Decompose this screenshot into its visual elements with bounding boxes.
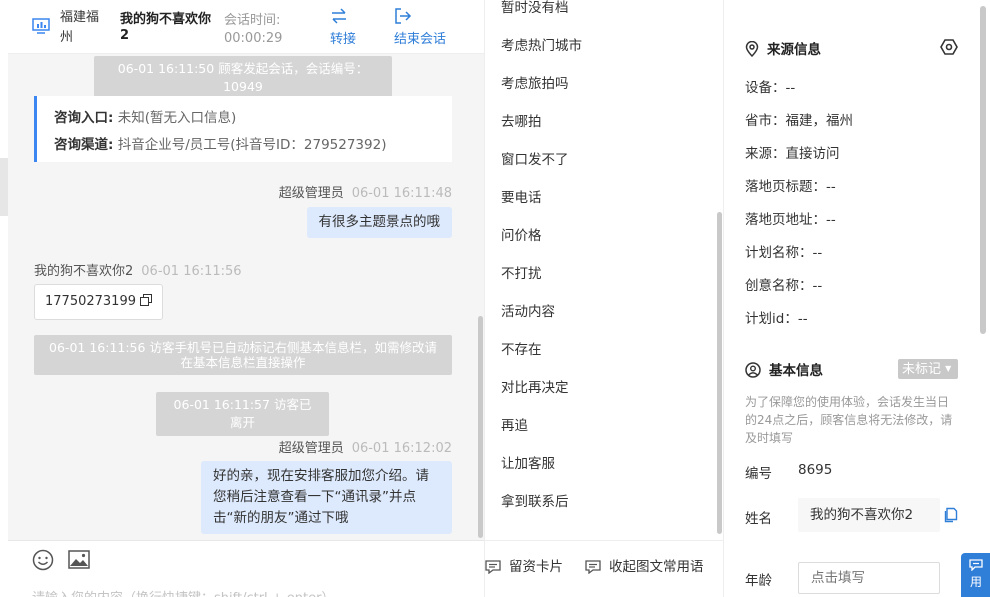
end-session-label: 结束会话 [394,32,447,47]
monitor-chart-icon [32,18,50,34]
lead-card-button[interactable]: 留资卡片 [485,555,563,575]
image-icon[interactable] [68,550,90,569]
visitor-info-panel: 来源信息 设备：-- 省市：福建，福州 来源：直接访问 落地页标题：-- 落地页… [723,0,990,597]
message-card-icon [485,560,501,575]
basic-info-title-text: 基本信息 [769,363,823,379]
source-info-title-text: 来源信息 [767,42,821,58]
channel-value: 抖音企业号/员工号(抖音号ID：279527392) [117,137,387,153]
entry-info-card: 咨询入口: 未知(暂无入口信息) 咨询渠道: 抖音企业号/员工号(抖音号ID：2… [34,96,452,162]
chat-input-area: 请输入您的内容（换行快捷键：shift/ctrl + enter） [8,540,484,597]
message-time: 06-01 16:11:48 [351,186,452,201]
floating-button-label: 用 [969,575,982,589]
message-bubble-agent[interactable]: 好的亲，现在安排客服加您介绍。请您稍后注意查看一下“通讯录”并点击“新的朋友”通… [201,461,452,534]
quick-reply-item[interactable]: 不存在 [501,338,542,358]
quick-reply-item[interactable]: 再追 [501,414,528,434]
age-label: 年龄 [745,573,772,589]
id-value: 8695 [798,462,833,478]
quick-reply-item[interactable]: 要电话 [501,186,542,206]
message-time: 06-01 16:11:56 [141,264,242,279]
quick-reply-item[interactable]: 考虑热门城市 [501,34,582,54]
plan-id-row: 计划id：-- [745,311,808,327]
quick-reply-item[interactable]: 问价格 [501,224,542,244]
source-info-title: 来源信息 [745,38,821,58]
quick-reply-item[interactable]: 拿到联系后 [501,490,569,510]
end-session-button[interactable]: 结束会话 [394,8,454,47]
id-label: 编号 [745,466,772,482]
entry-value: 未知(暂无入口信息) [117,110,237,126]
edit-hint: 为了保障您的使用体验，会话发生当日的24点之后，顾客信息将无法修改，请及时填写 [745,395,953,445]
visitor-name: 我的狗不喜欢你2 [120,12,212,43]
settings-icon[interactable] [940,38,958,56]
transfer-button[interactable]: 转接 [330,8,390,47]
chat-icon [969,559,983,571]
info-scrollbar[interactable] [980,6,986,334]
tag-label: 未标记 [902,362,942,377]
message-meta: 超级管理员 06-01 16:11:48 [279,182,452,201]
copy-icon[interactable] [942,507,958,523]
landing-title-row: 落地页标题：-- [745,179,836,195]
quick-reply-panel: 暂时没有档 考虑热门城市 考虑旅拍吗 去哪拍 窗口发不了 要电话 问价格 不打扰… [484,0,724,597]
chat-panel: 福建福州 我的狗不喜欢你2 会话时间: 00:00:29 转接 结束会话 06-… [8,0,484,597]
message-list-icon [585,560,601,575]
name-field[interactable]: 我的狗不喜欢你2 [798,498,940,532]
landing-url-row: 落地页地址：-- [745,212,836,228]
age-input[interactable] [798,562,940,594]
system-message-start: 06-01 16:11:50 顾客发起会话，会话编号：10949 [94,56,392,100]
phone-number: 17750273199 [45,294,136,309]
user-circle-icon [745,362,761,378]
tag-dropdown[interactable]: 未标记 ▼ [898,359,958,379]
session-time: 00:00:29 [224,31,283,46]
quick-reply-item[interactable]: 考虑旅拍吗 [501,72,569,92]
message-bubble-visitor[interactable]: 17750273199 [34,284,164,320]
chat-input[interactable]: 请输入您的内容（换行快捷键：shift/ctrl + enter） [32,587,335,597]
copy-icon[interactable] [140,294,153,306]
app-root: 福建福州 我的狗不喜欢你2 会话时间: 00:00:29 转接 结束会话 06-… [0,0,990,597]
channel-row: 咨询渠道: 抖音企业号/员工号(抖音号ID：279527392) [54,132,452,159]
quick-reply-item[interactable]: 暂时没有档 [501,0,569,16]
quick-reply-item[interactable]: 不打扰 [501,262,542,282]
collapse-phrases-button[interactable]: 收起图文常用语 [585,555,704,575]
floating-chat-button[interactable]: 用 [961,553,990,597]
lead-card-label: 留资卡片 [509,559,563,575]
chat-scrollbar[interactable] [478,316,483,538]
quick-reply-footer: 留资卡片 收起图文常用语 [485,540,724,597]
chat-header: 福建福州 我的狗不喜欢你2 会话时间: 00:00:29 转接 结束会话 [8,0,484,54]
collapse-phrases-label: 收起图文常用语 [609,559,704,575]
province-row: 省市：福建，福州 [745,113,853,129]
name-label: 姓名 [745,511,772,527]
entry-label: 咨询入口: [54,110,114,126]
swap-arrows-icon [332,8,346,24]
message-meta: 我的狗不喜欢你2 06-01 16:11:56 [34,260,242,279]
message-sender: 我的狗不喜欢你2 [34,264,134,279]
source-row: 来源：直接访问 [745,146,840,162]
system-message-phone: 06-01 16:11:56 访客手机号已自动标记右侧基本信息栏，如需修改请在基… [34,335,452,375]
quick-reply-item[interactable]: 对比再决定 [501,376,569,396]
message-bubble-agent[interactable]: 有很多主题景点的哦 [306,207,452,238]
quick-reply-item[interactable]: 活动内容 [501,300,555,320]
entry-row: 咨询入口: 未知(暂无入口信息) [54,105,452,132]
message-meta: 超级管理员 06-01 16:12:02 [279,437,452,456]
basic-info-title: 基本信息 [745,359,823,379]
quick-reply-item[interactable]: 窗口发不了 [501,148,569,168]
device-row: 设备：-- [745,80,796,96]
quick-reply-scrollbar[interactable] [717,212,722,534]
quick-reply-item[interactable]: 去哪拍 [501,110,542,130]
emoji-icon[interactable] [32,549,54,571]
caret-down-icon: ▼ [945,364,952,373]
system-message-left: 06-01 16:11:57 访客已离开 [156,392,329,436]
plan-name-row: 计划名称：-- [745,245,823,261]
transfer-label: 转接 [330,32,357,47]
quick-reply-item[interactable]: 让加客服 [501,452,555,472]
channel-label: 咨询渠道: [54,137,114,153]
creative-name-row: 创意名称：-- [745,278,823,294]
left-edge-strip [0,158,8,216]
message-sender: 超级管理员 [278,186,344,201]
location-pin-icon [745,40,759,58]
message-sender: 超级管理员 [278,441,344,456]
logout-icon [395,8,412,24]
message-time: 06-01 16:12:02 [351,441,452,456]
visitor-location: 福建福州 [60,10,100,45]
session-time-label: 会话时间: [224,13,281,28]
